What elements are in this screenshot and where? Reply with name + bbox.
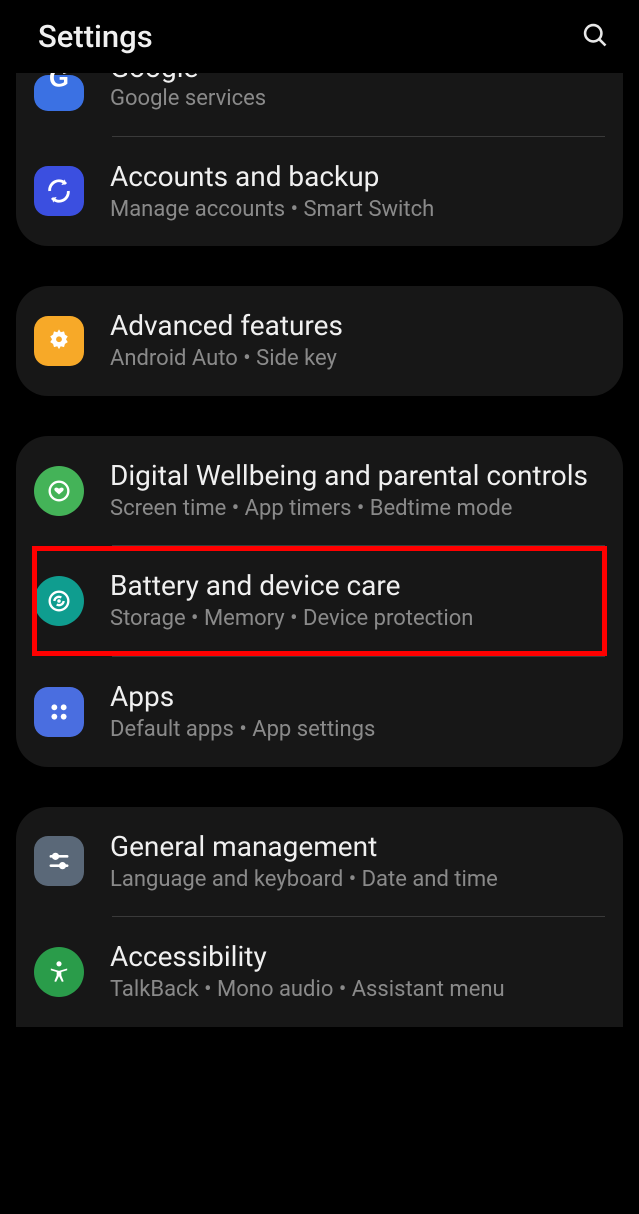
apps-grid-icon: [34, 687, 84, 737]
search-button[interactable]: [581, 21, 609, 53]
sync-icon: [34, 166, 84, 216]
item-text: Accounts and backup Manage accounts • Sm…: [110, 159, 599, 225]
item-subtitle: Default apps • App settings: [110, 716, 599, 745]
settings-group-system: General management Language and keyboard…: [16, 807, 623, 1027]
settings-item-battery-device-care[interactable]: Battery and device care Storage • Memory…: [16, 546, 623, 656]
item-subtitle: Storage • Memory • Device protection: [110, 605, 599, 634]
settings-item-accounts-backup[interactable]: Accounts and backup Manage accounts • Sm…: [16, 137, 623, 247]
item-title: Digital Wellbeing and parental controls: [110, 458, 599, 493]
settings-item-apps[interactable]: Apps Default apps • App settings: [16, 657, 623, 767]
search-icon: [581, 21, 609, 49]
item-text: Battery and device care Storage • Memory…: [110, 568, 599, 634]
item-subtitle: Language and keyboard • Date and time: [110, 866, 599, 895]
gear-plus-icon: [34, 316, 84, 366]
item-title: General management: [110, 829, 599, 864]
item-subtitle: Screen time • App timers • Bedtime mode: [110, 495, 599, 524]
device-care-icon: [34, 576, 84, 626]
item-text: Apps Default apps • App settings: [110, 679, 599, 745]
sliders-icon: [34, 836, 84, 886]
item-text: Google Google services: [110, 73, 599, 114]
page-title: Settings: [38, 18, 153, 55]
item-text: General management Language and keyboard…: [110, 829, 599, 895]
item-subtitle: Manage accounts • Smart Switch: [110, 196, 599, 225]
item-subtitle: TalkBack • Mono audio • Assistant menu: [110, 976, 599, 1005]
item-text: Advanced features Android Auto • Side ke…: [110, 308, 599, 374]
app-header: Settings: [0, 0, 639, 73]
settings-group-device: Digital Wellbeing and parental controls …: [16, 436, 623, 767]
item-title: Accessibility: [110, 939, 599, 974]
settings-group-accounts: G Google Google services Accounts and ba…: [16, 73, 623, 246]
accessibility-icon: [34, 947, 84, 997]
item-title: Battery and device care: [110, 568, 599, 603]
item-title: Google: [110, 73, 599, 83]
item-subtitle: Google services: [110, 85, 599, 114]
settings-item-google[interactable]: G Google Google services: [16, 73, 623, 136]
item-text: Digital Wellbeing and parental controls …: [110, 458, 599, 524]
item-title: Accounts and backup: [110, 159, 599, 194]
item-subtitle: Android Auto • Side key: [110, 345, 599, 374]
heart-circle-icon: [34, 466, 84, 516]
settings-group-advanced: Advanced features Android Auto • Side ke…: [16, 286, 623, 396]
item-title: Advanced features: [110, 308, 599, 343]
settings-item-advanced-features[interactable]: Advanced features Android Auto • Side ke…: [16, 286, 623, 396]
settings-item-digital-wellbeing[interactable]: Digital Wellbeing and parental controls …: [16, 436, 623, 546]
settings-item-accessibility[interactable]: Accessibility TalkBack • Mono audio • As…: [16, 917, 623, 1027]
google-icon: G: [34, 75, 84, 111]
item-text: Accessibility TalkBack • Mono audio • As…: [110, 939, 599, 1005]
svg-text:G: G: [49, 73, 69, 91]
item-title: Apps: [110, 679, 599, 714]
settings-item-general-management[interactable]: General management Language and keyboard…: [16, 807, 623, 917]
